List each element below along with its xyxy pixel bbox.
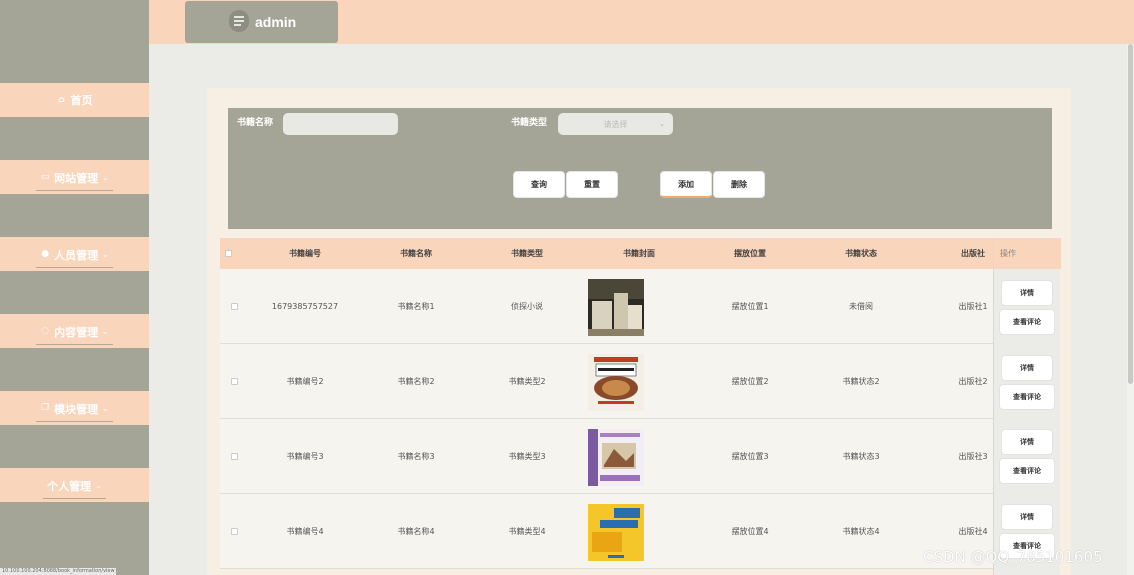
book-type-label: 书籍类型 [511,118,548,128]
book-type: 侦探小说 [511,302,543,311]
sidebar-item-label: 个人管理 [47,479,92,493]
chevron-down-icon: ⌄ [95,481,102,490]
row-checkbox[interactable] [231,378,238,385]
scrollbar-thumb[interactable] [1128,44,1133,384]
home-icon: ⌂ [58,94,65,105]
book-publisher: 出版社1 [958,302,988,311]
sidebar-item-label: 人员管理 [54,248,99,262]
chat-icon: ◌ [41,326,50,336]
user-icon: ● [41,249,50,259]
book-location: 摆放位置3 [731,452,769,461]
book-id: 1679385757527 [271,302,339,311]
book-name: 书籍名称4 [397,527,435,536]
detail-button[interactable]: 详情 [1001,429,1053,455]
chevron-down-icon: ⌄ [102,327,109,336]
add-button[interactable]: 添加 [660,171,712,198]
chevron-down-icon: ⌄ [102,250,109,259]
table-header: 书籍编号 书籍名称 书籍类型 书籍封面 摆放位置 书籍状态 出版社 [220,238,1060,269]
book-type: 书籍类型4 [508,527,546,536]
sidebar-item-site-management[interactable]: ▭ 网站管理 ⌄ [0,160,149,194]
view-comments-button[interactable]: 查看评论 [999,309,1055,335]
sidebar-item-home[interactable]: ⌂ 首页 [0,83,149,117]
column-header: 书籍名称 [400,249,432,258]
book-status: 书籍状态2 [842,377,880,386]
book-status: 书籍状态4 [842,527,880,536]
browser-status-url: 10.100.100.204:8088/book_information/vie… [0,568,116,575]
book-status: 未借阅 [849,302,873,311]
chevron-down-icon: ⌄ [102,404,109,413]
book-id: 书籍编号3 [286,452,324,461]
row-checkbox[interactable] [231,453,238,460]
menu-logo-icon [229,10,249,32]
brand-name: admin [255,14,297,30]
page-scrollbar[interactable] [1127,44,1134,575]
reset-button[interactable]: 重置 [566,171,618,198]
sidebar-item-label: 模块管理 [54,402,99,416]
brand-box: admin [185,1,338,43]
book-location: 摆放位置4 [731,527,769,536]
watermark: CSDN @QQ_785101605 [923,548,1103,566]
book-status: 书籍状态3 [842,452,880,461]
book-cover-image [588,279,644,336]
sidebar-item-module-management[interactable]: ❐ 模块管理 ⌄ [0,391,149,425]
detail-button[interactable]: 详情 [1001,504,1053,530]
detail-button[interactable]: 详情 [1001,280,1053,306]
view-comments-button[interactable]: 查看评论 [999,458,1055,484]
column-header: 书籍状态 [845,249,877,258]
select-all-checkbox[interactable] [225,250,232,257]
book-publisher: 出版社3 [958,452,988,461]
book-type-placeholder: 请选择 [603,119,628,129]
table-row: 书籍编号2 书籍名称2 书籍类型2 摆放位置2 书籍状态2 出版社2 [220,344,993,419]
book-name: 书籍名称3 [397,452,435,461]
book-type-select[interactable]: 请选择 ⌄ [558,113,673,135]
book-name: 书籍名称2 [397,377,435,386]
table-row: 书籍编号4 书籍名称4 书籍类型4 摆放位置4 书籍状态4 出版社4 [220,494,993,569]
sidebar: ⌂ 首页 ▭ 网站管理 ⌄ ● 人员管理 ⌄ ◌ 内容管理 ⌄ ❐ 模块管理 ⌄ [0,0,149,575]
book-publisher: 出版社2 [958,377,988,386]
book-cover-image [588,504,644,561]
book-name-label: 书籍名称 [237,118,274,128]
table-row: 1679385757527 书籍名称1 侦探小说 摆放位置1 未借阅 出版社1 [220,269,993,344]
book-id: 书籍编号2 [286,377,324,386]
delete-button[interactable]: 删除 [713,171,765,198]
row-checkbox[interactable] [231,528,238,535]
sidebar-item-personnel-management[interactable]: ● 人员管理 ⌄ [0,237,149,271]
view-comments-button[interactable]: 查看评论 [999,384,1055,410]
detail-button[interactable]: 详情 [1001,355,1053,381]
query-button[interactable]: 查询 [513,171,565,198]
sidebar-item-label: 首页 [70,94,93,107]
column-header: 书籍类型 [511,249,543,258]
operations-header: 操作 [994,238,1061,269]
book-type: 书籍类型2 [508,377,546,386]
book-location: 摆放位置2 [731,377,769,386]
row-checkbox[interactable] [231,303,238,310]
sidebar-item-personal-management[interactable]: 个人管理 ⌄ [0,468,149,502]
column-header: 摆放位置 [734,249,766,258]
copy-icon: ❐ [41,403,50,413]
book-type: 书籍类型3 [508,452,546,461]
sidebar-item-content-management[interactable]: ◌ 内容管理 ⌄ [0,314,149,348]
chevron-down-icon: ⌄ [659,120,665,128]
book-location: 摆放位置1 [731,302,769,311]
sidebar-item-label: 内容管理 [54,325,99,339]
book-name: 书籍名称1 [397,302,435,311]
book-cover-image [588,354,644,411]
book-id: 书籍编号4 [286,527,324,536]
monitor-icon: ▭ [40,172,50,182]
sidebar-item-label: 网站管理 [54,171,99,185]
column-header: 书籍编号 [289,249,321,258]
book-name-input[interactable] [283,113,398,135]
chevron-down-icon: ⌄ [102,173,109,182]
book-cover-image [588,429,644,486]
table-row: 书籍编号3 书籍名称3 书籍类型3 摆放位置3 书籍状态3 出版社3 [220,419,993,494]
column-header: 书籍封面 [623,249,655,258]
